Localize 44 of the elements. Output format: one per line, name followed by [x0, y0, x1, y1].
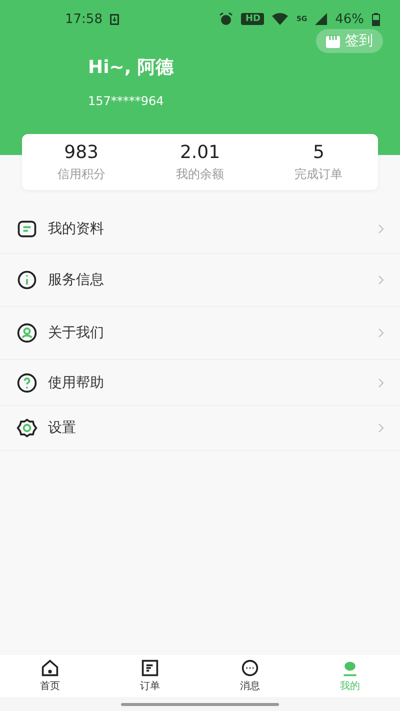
wifi-icon [272, 13, 288, 25]
stat-label: 信用积分 [57, 166, 106, 182]
home-icon [41, 659, 59, 677]
menu-item[interactable]: 关于我们 [0, 307, 400, 360]
chevron-icon [378, 328, 384, 338]
nav-tab[interactable]: 消息 [200, 655, 300, 697]
stat-value: 983 [64, 142, 99, 162]
stat-label: 我的余额 [176, 166, 224, 182]
user-icon [16, 322, 38, 344]
chevron-icon [378, 378, 384, 388]
alarm-icon [219, 12, 234, 26]
chevron-icon [378, 224, 384, 234]
stat-value: 5 [312, 142, 324, 162]
calendar-icon [326, 34, 340, 48]
battery-icon [372, 12, 380, 26]
phone-number: 157*****964 [88, 94, 165, 108]
info-icon [16, 269, 38, 291]
help-icon [16, 372, 38, 394]
download-icon [110, 14, 120, 24]
menu-item[interactable]: 使用帮助 [0, 360, 400, 406]
chevron-icon [378, 275, 384, 285]
menu-label: 我的资料 [48, 220, 105, 238]
menu-item[interactable]: 服务信息 [0, 254, 400, 307]
signal-icon [315, 13, 328, 25]
menu-label: 关于我们 [48, 324, 105, 342]
menu-label: 服务信息 [48, 271, 105, 289]
menu-item[interactable]: 我的资料 [0, 204, 400, 254]
settings-icon [16, 417, 38, 439]
battery-percent: 46% [335, 12, 364, 26]
user-icon [341, 659, 359, 677]
menu-label: 设置 [48, 419, 77, 437]
chevron-icon [378, 423, 384, 433]
gesture-bar[interactable] [121, 702, 279, 706]
nav-tab[interactable]: 订单 [100, 655, 200, 697]
stat-label: 完成订单 [294, 166, 343, 182]
list-icon [141, 659, 159, 677]
status-time: 17:58 [65, 12, 102, 26]
greeting: Hi~, 阿德 [88, 56, 175, 79]
hd-badge: HD [241, 13, 264, 25]
menu-label: 使用帮助 [48, 374, 105, 392]
chat-icon [241, 659, 259, 677]
nav-tab[interactable]: 首页 [0, 655, 100, 697]
stat-value: 2.01 [180, 142, 220, 162]
menu-item[interactable]: 设置 [0, 406, 400, 451]
